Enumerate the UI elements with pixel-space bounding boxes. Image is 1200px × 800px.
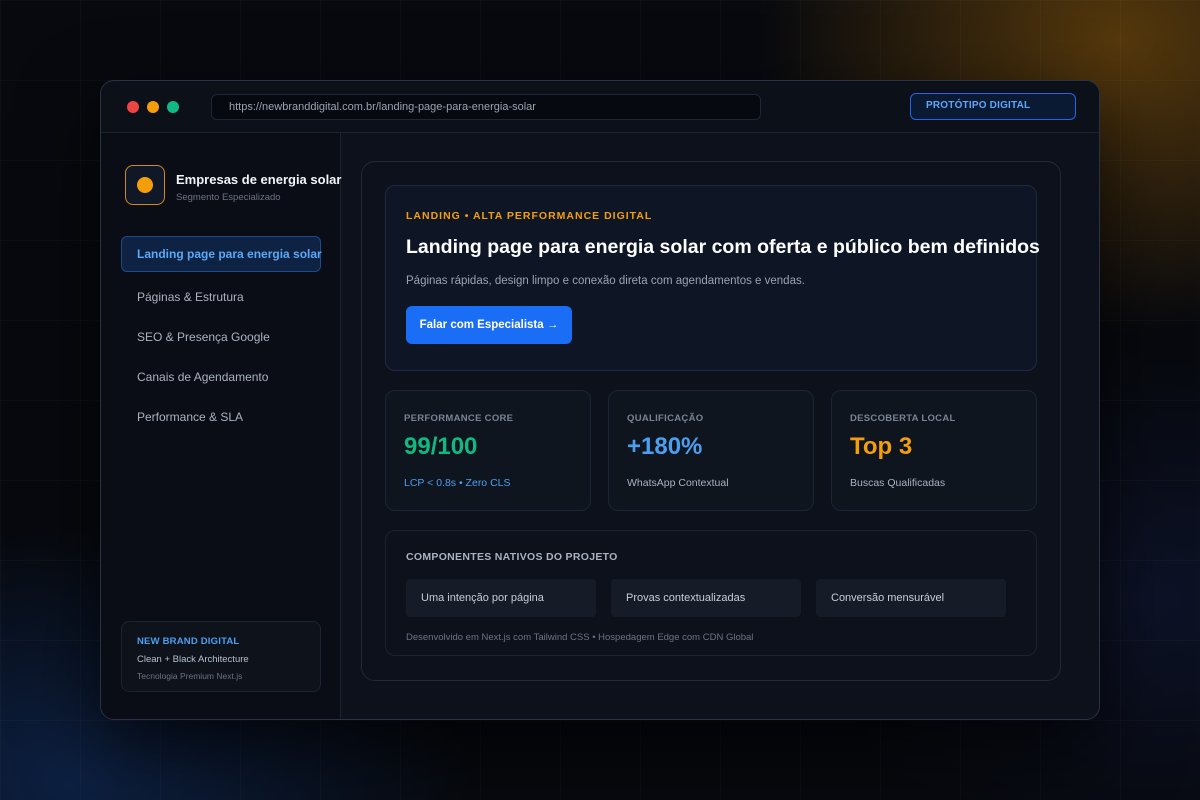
hero-title: Landing page para energia solar com ofer… bbox=[406, 236, 1040, 258]
prototype-badge: PROTÓTIPO DIGITAL bbox=[910, 93, 1076, 120]
brand-card: NEW BRAND DIGITAL Clean + Black Architec… bbox=[121, 621, 321, 692]
brand-subtitle: Segmento Especializado bbox=[176, 192, 281, 203]
component-chip: Provas contextualizadas bbox=[611, 579, 801, 617]
brand-card-line: Clean + Black Architecture bbox=[137, 654, 249, 665]
browser-window: https://newbranddigital.com.br/landing-p… bbox=[100, 80, 1100, 720]
sun-icon-core bbox=[137, 177, 153, 193]
stat-value: Top 3 bbox=[850, 433, 913, 460]
minimize-window-button[interactable] bbox=[147, 101, 159, 113]
stat-card-performance: PERFORMANCE CORE 99/100 LCP < 0.8s • Zer… bbox=[385, 390, 591, 511]
browser-titlebar: https://newbranddigital.com.br/landing-p… bbox=[101, 81, 1099, 133]
components-card: COMPONENTES NATIVOS DO PROJETO Uma inten… bbox=[385, 530, 1037, 656]
hero-eyebrow: LANDING • ALTA PERFORMANCE DIGITAL bbox=[406, 210, 653, 222]
sun-icon bbox=[125, 165, 165, 205]
sidebar-item-agendamento[interactable]: Canais de Agendamento bbox=[121, 359, 321, 395]
hero-card: LANDING • ALTA PERFORMANCE DIGITAL Landi… bbox=[385, 185, 1040, 371]
stat-label: PERFORMANCE CORE bbox=[404, 413, 514, 424]
stat-note: Buscas Qualificadas bbox=[850, 477, 946, 489]
address-bar[interactable]: https://newbranddigital.com.br/landing-p… bbox=[211, 94, 761, 120]
sidebar-item-seo[interactable]: SEO & Presença Google bbox=[121, 319, 321, 355]
component-chip: Uma intenção por página bbox=[406, 579, 596, 617]
components-title: COMPONENTES NATIVOS DO PROJETO bbox=[406, 551, 618, 563]
sidebar-item-paginas-estrutura[interactable]: Páginas & Estrutura bbox=[121, 279, 321, 315]
sidebar-item-performance[interactable]: Performance & SLA bbox=[121, 399, 321, 435]
stat-value: +180% bbox=[627, 433, 703, 460]
stat-card-qualificacao: QUALIFICAÇÃO +180% WhatsApp Contextual bbox=[608, 390, 814, 511]
stat-label: DESCOBERTA LOCAL bbox=[850, 413, 956, 424]
sidebar: Empresas de energia solar Segmento Espec… bbox=[101, 133, 341, 719]
stat-label: QUALIFICAÇÃO bbox=[627, 413, 704, 424]
cta-button[interactable]: Falar com Especialista → bbox=[406, 306, 572, 344]
brand-card-title: NEW BRAND DIGITAL bbox=[137, 636, 240, 647]
close-window-button[interactable] bbox=[127, 101, 139, 113]
hero-description: Páginas rápidas, design limpo e conexão … bbox=[406, 275, 805, 287]
component-chip: Conversão mensurável bbox=[816, 579, 1006, 617]
brand-card-sub: Tecnologia Premium Next.js bbox=[137, 671, 243, 681]
stat-value: 99/100 bbox=[404, 433, 478, 460]
brand-title: Empresas de energia solar bbox=[176, 172, 342, 187]
sidebar-item-landing-page[interactable]: Landing page para energia solar bbox=[121, 236, 322, 272]
components-footer: Desenvolvido em Next.js com Tailwind CSS… bbox=[406, 632, 754, 643]
stat-card-descoberta: DESCOBERTA LOCAL Top 3 Buscas Qualificad… bbox=[831, 390, 1037, 511]
stat-note: WhatsApp Contextual bbox=[627, 477, 729, 489]
stat-note: LCP < 0.8s • Zero CLS bbox=[404, 477, 511, 489]
maximize-window-button[interactable] bbox=[167, 101, 179, 113]
